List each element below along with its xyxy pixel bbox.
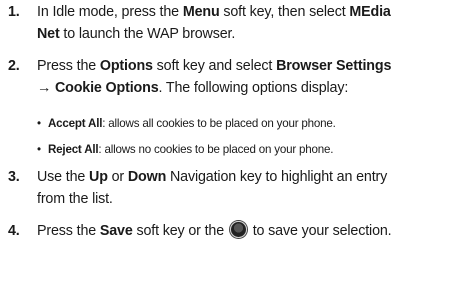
step-number: 3. (8, 169, 20, 185)
up-key-label: Up (89, 169, 108, 185)
option-desc: : allows all cookies to be placed on you… (102, 117, 336, 130)
bullet-dot: • (37, 117, 41, 130)
step-number: 2. (8, 58, 20, 74)
bullet-dot: • (37, 143, 41, 156)
options-key-label: Options (99, 58, 153, 74)
step-text: In Idle mode, press the Menu soft key, t… (37, 4, 391, 42)
step-text: Use the Up or Down Navigation key to hig… (37, 169, 388, 207)
step-text: Press the Options soft key and select Br… (37, 58, 392, 96)
media-net-label: MEdia (349, 4, 391, 20)
save-key-label: Save (99, 223, 133, 239)
media-net-label-cont: Net (37, 26, 60, 42)
option-accept-all: • Accept All: allows all cookies to be pl… (37, 116, 457, 132)
option-term: Accept All (48, 117, 103, 130)
down-key-label: Down (127, 169, 167, 185)
instruction-list: 1. In Idle mode, press the Menu soft key… (0, 0, 467, 282)
browser-settings-label: Browser Settings (276, 58, 392, 74)
step-text: Press the Save soft key or the to save y… (37, 221, 392, 239)
menu-key-label: Menu (182, 4, 220, 20)
option-reject-all: • Reject All: allows no cookies to be pla… (37, 142, 457, 158)
ok-key-icon (229, 221, 247, 238)
step-number: 1. (8, 4, 20, 20)
cookie-options-label: → Cookie Options (37, 80, 159, 96)
option-term: Reject All (48, 143, 99, 156)
step-number: 4. (8, 223, 20, 239)
option-desc: : allows no cookies to be placed on your… (98, 143, 334, 156)
